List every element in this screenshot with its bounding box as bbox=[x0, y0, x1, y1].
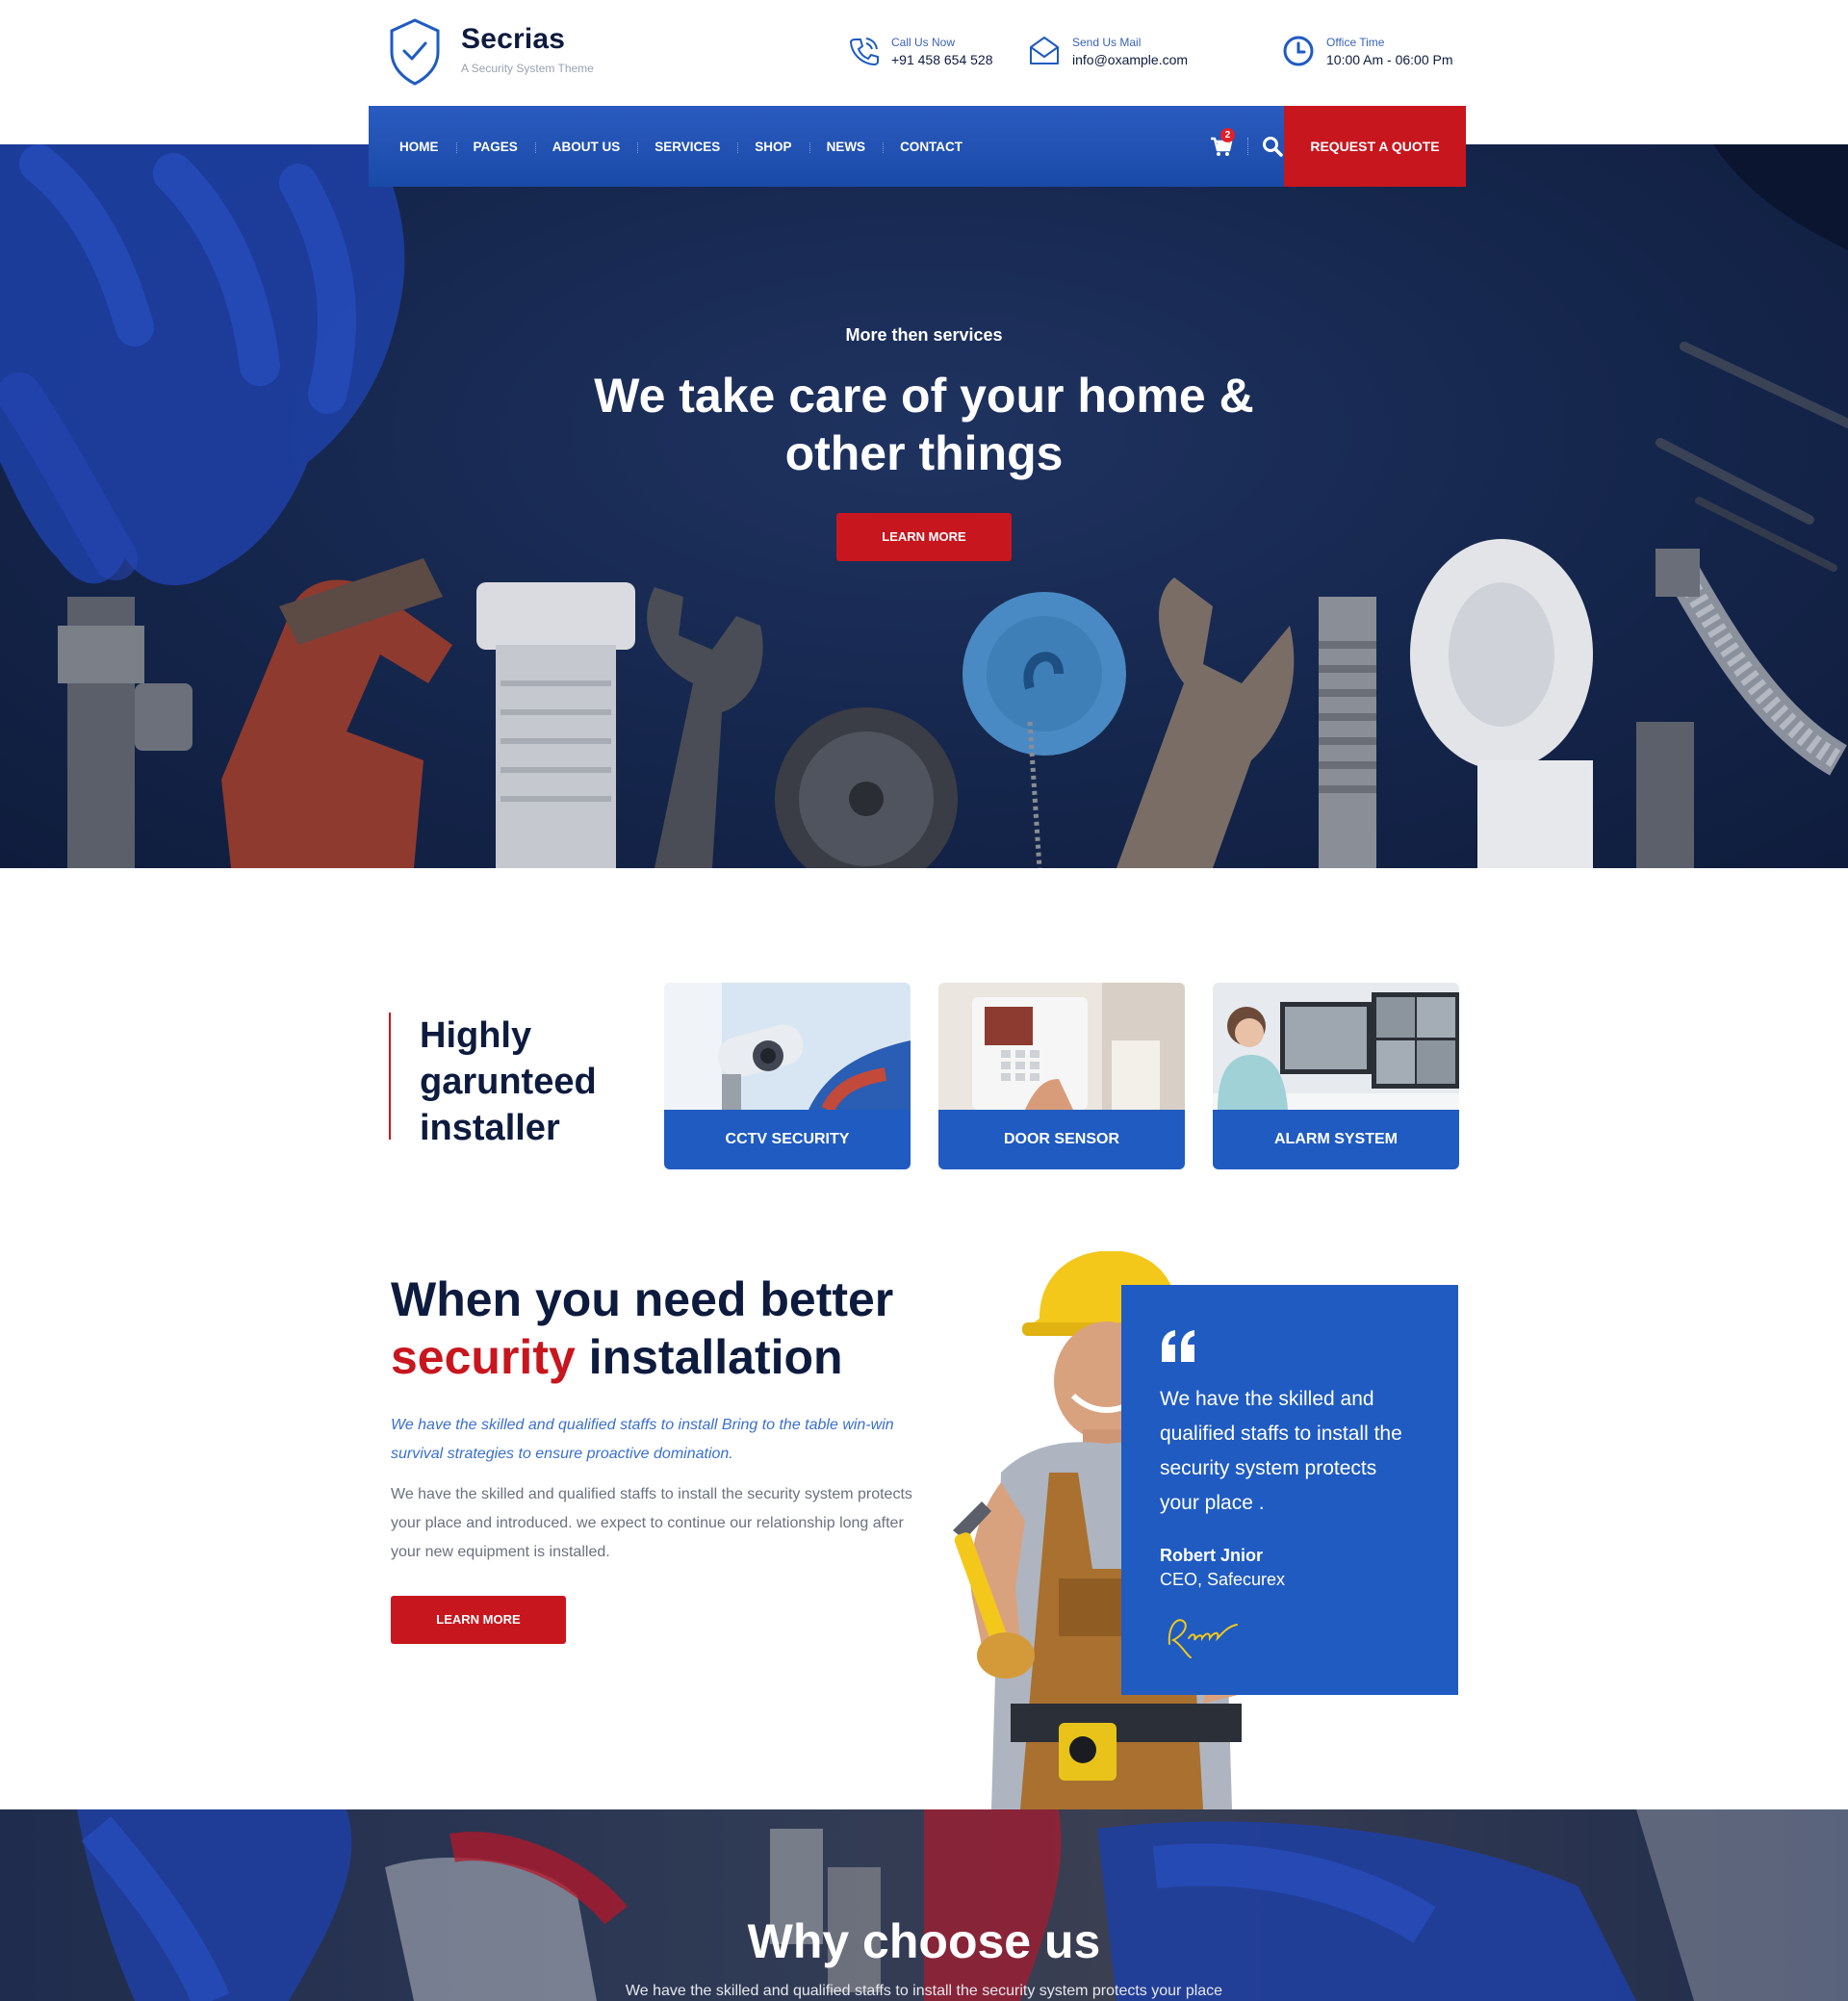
hero-kicker: More then services bbox=[845, 325, 1003, 345]
nav-item-pages[interactable]: PAGES bbox=[455, 140, 535, 154]
door-sensor-image bbox=[938, 983, 1185, 1110]
service-label-cctv: CCTV SECURITY bbox=[664, 1110, 911, 1169]
service-card-door-sensor[interactable]: DOOR SENSOR bbox=[938, 983, 1185, 1169]
phone-icon bbox=[849, 38, 879, 66]
cart-button[interactable]: 2 bbox=[1209, 128, 1235, 159]
hero-title: We take care of your home & other things bbox=[594, 369, 1254, 480]
about-title-line1: When you need better bbox=[391, 1272, 894, 1326]
hero-learn-more-button[interactable]: LEARN MORE bbox=[836, 513, 1012, 561]
request-quote-button[interactable]: REQUEST A QUOTE bbox=[1284, 106, 1466, 187]
why-title: Why choose us bbox=[747, 1914, 1101, 1968]
nav-item-shop[interactable]: SHOP bbox=[737, 140, 808, 154]
quote-icon bbox=[1162, 1330, 1194, 1362]
about-title-rest: installation bbox=[575, 1330, 843, 1384]
envelope-icon bbox=[1030, 37, 1059, 64]
cart-count-badge: 2 bbox=[1220, 128, 1235, 142]
service-card-alarm-system[interactable]: ALARM SYSTEM bbox=[1213, 983, 1459, 1169]
service-label-door-sensor: DOOR SENSOR bbox=[938, 1110, 1185, 1169]
nav-menu: HOME PAGES ABOUT US SERVICES SHOP NEWS C… bbox=[369, 106, 980, 187]
about-title: When you need better security installati… bbox=[391, 1270, 930, 1386]
about-section: When you need better security installati… bbox=[391, 1270, 930, 1644]
testimonial-card: We have the skilled and qualified staffs… bbox=[1121, 1285, 1458, 1695]
search-icon[interactable] bbox=[1262, 136, 1283, 157]
clock-icon bbox=[1283, 36, 1314, 66]
installer-heading-block: Highly garunteed installer bbox=[389, 1013, 651, 1148]
nav-item-home[interactable]: HOME bbox=[399, 140, 456, 154]
cctv-camera-image bbox=[664, 983, 911, 1110]
testimonial-author-name: Robert Jnior bbox=[1160, 1546, 1264, 1565]
about-lead-text: We have the skilled and qualified staffs… bbox=[391, 1417, 894, 1462]
mail-value: info@oxample.com bbox=[1072, 51, 1189, 67]
mail-label: Send Us Mail bbox=[1072, 35, 1142, 49]
nav-item-services[interactable]: SERVICES bbox=[637, 140, 737, 154]
why-subtitle: We have the skilled and qualified staffs… bbox=[625, 1983, 1223, 1999]
about-title-highlight: security bbox=[391, 1330, 576, 1384]
nav-item-about-us[interactable]: ABOUT US bbox=[534, 140, 638, 154]
why-background-gloves bbox=[77, 1809, 1848, 2001]
mail-info[interactable]: Send Us Mail info@oxample.com bbox=[1028, 35, 1188, 67]
call-label: Call Us Now bbox=[891, 35, 956, 49]
testimonial-author-role: CEO, Safecurex bbox=[1160, 1570, 1286, 1589]
shield-check-icon bbox=[390, 18, 440, 86]
hero-section: More then services We take care of your … bbox=[0, 144, 1848, 868]
time-value: 10:00 Am - 06:00 Pm bbox=[1326, 51, 1453, 67]
tool-divider bbox=[1247, 138, 1248, 155]
why-choose-section: Why choose us We have the skilled and qu… bbox=[0, 1809, 1848, 2001]
nav-tools: 2 bbox=[1209, 106, 1283, 187]
office-time-info: Office Time 10:00 Am - 06:00 Pm bbox=[1282, 35, 1453, 67]
nav-item-news[interactable]: NEWS bbox=[808, 140, 884, 154]
brand-tagline: A Security System Theme bbox=[461, 62, 594, 75]
testimonial-text: We have the skilled and qualified staffs… bbox=[1160, 1388, 1402, 1514]
alarm-system-image bbox=[1213, 983, 1459, 1110]
about-learn-more-button[interactable]: LEARN MORE bbox=[391, 1596, 566, 1644]
call-value: +91 458 654 528 bbox=[891, 51, 993, 67]
installer-title: Highly garunteed installer bbox=[420, 1015, 597, 1148]
call-info[interactable]: Call Us Now +91 458 654 528 bbox=[847, 35, 993, 67]
main-navigation: HOME PAGES ABOUT US SERVICES SHOP NEWS C… bbox=[369, 106, 1466, 187]
about-body-text: We have the skilled and qualified staffs… bbox=[391, 1486, 912, 1560]
hero-content: More then services We take care of your … bbox=[0, 325, 1848, 561]
nav-item-contact[interactable]: CONTACT bbox=[883, 140, 980, 154]
brand-logo[interactable]: Secrias A Security System Theme bbox=[388, 17, 594, 87]
signature-image bbox=[1168, 1619, 1238, 1658]
brand-name: Secrias bbox=[461, 23, 566, 55]
service-label-alarm-system: ALARM SYSTEM bbox=[1213, 1110, 1459, 1169]
time-label: Office Time bbox=[1326, 35, 1385, 49]
service-card-cctv[interactable]: CCTV SECURITY bbox=[664, 983, 911, 1169]
